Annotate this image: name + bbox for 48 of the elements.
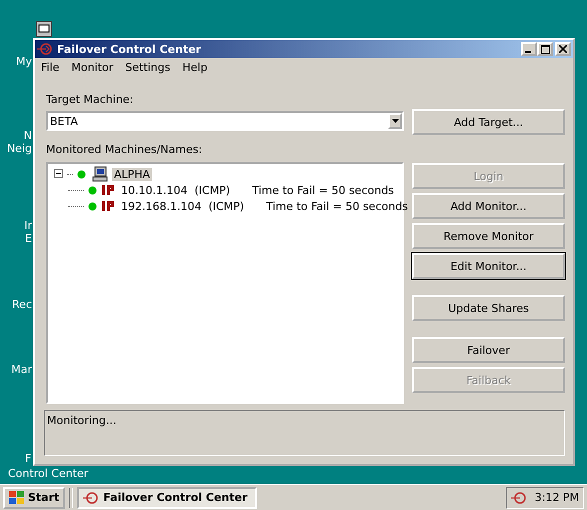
caret-icon xyxy=(392,119,398,123)
desktop-icon-label[interactable]: F xyxy=(25,452,32,465)
desktop-icon-label[interactable]: My xyxy=(16,55,32,68)
desktop-icon-label[interactable]: Neig xyxy=(6,142,32,155)
desktop-icon-label[interactable]: N xyxy=(24,129,32,142)
clock: 3:12 PM xyxy=(534,491,580,504)
desktop-icon[interactable] xyxy=(36,21,52,37)
ip-icon xyxy=(101,184,115,196)
action-button[interactable]: Edit Monitor... xyxy=(412,253,565,279)
action-button[interactable]: Add Monitor... xyxy=(412,193,565,219)
windows-logo-icon xyxy=(9,490,25,504)
app-icon xyxy=(83,490,100,504)
desktop-icon-label[interactable]: Control Center xyxy=(8,467,88,480)
expander-box[interactable] xyxy=(54,168,63,180)
app-icon xyxy=(37,42,53,56)
close-button[interactable] xyxy=(555,42,571,56)
taskbar-button[interactable]: Failover Control Center xyxy=(77,486,258,508)
dropdown-button[interactable] xyxy=(388,113,402,129)
action-button[interactable]: Update Shares xyxy=(412,295,565,321)
maximize-icon xyxy=(540,44,550,54)
tree-node[interactable]: 192.168.1.104 (ICMP) xyxy=(121,200,244,212)
start-button[interactable]: Start xyxy=(3,486,66,508)
maximize-button[interactable] xyxy=(537,42,553,56)
window-title: Failover Control Center xyxy=(57,42,202,56)
desktop-icon-label[interactable]: Ir xyxy=(24,219,32,232)
monitor-detail: Time to Fail = 50 seconds xyxy=(266,200,408,212)
action-button[interactable]: Remove Monitor xyxy=(412,223,565,249)
field-label: Target Machine: xyxy=(46,93,134,106)
desktop-icon-label[interactable]: Rec xyxy=(12,298,32,311)
action-button[interactable]: Add Target... xyxy=(412,109,565,135)
desktop-icon-label[interactable]: Mar xyxy=(11,363,32,376)
menu-item[interactable]: File xyxy=(41,61,60,74)
tree-node[interactable]: ALPHA xyxy=(112,168,152,180)
ip-icon xyxy=(101,200,115,212)
menu-item[interactable]: Monitor xyxy=(71,61,114,74)
minimize-button[interactable] xyxy=(521,42,537,56)
close-icon xyxy=(559,45,567,53)
desktop-icon-label[interactable]: E xyxy=(25,232,32,245)
monitor-detail: Time to Fail = 50 seconds xyxy=(252,184,394,196)
target-machine-dropdown[interactable]: BETA xyxy=(46,111,404,131)
menu-item[interactable]: Settings xyxy=(125,61,170,74)
field-label: Monitored Machines/Names: xyxy=(46,143,204,156)
status-text: Monitoring... xyxy=(47,414,116,427)
computer-icon xyxy=(92,166,108,182)
app-icon[interactable] xyxy=(510,490,527,504)
tree-node[interactable]: 10.10.1.104 (ICMP) xyxy=(121,184,230,196)
action-button[interactable]: Failover xyxy=(412,337,565,363)
menu-item[interactable]: Help xyxy=(182,61,208,74)
